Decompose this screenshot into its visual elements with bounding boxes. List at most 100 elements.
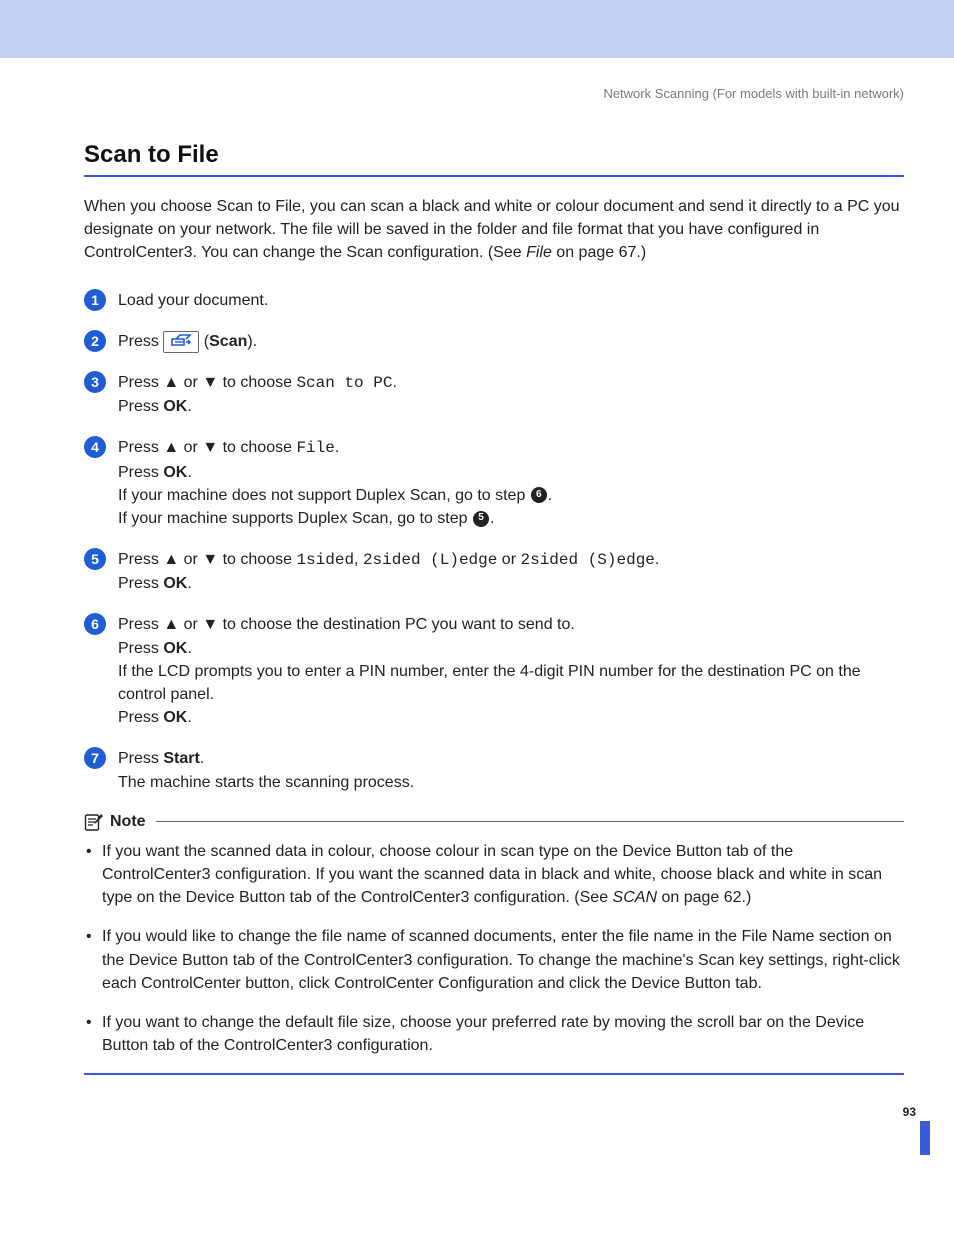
s5-f: . bbox=[655, 551, 659, 568]
step-2-body: Press (Scan). bbox=[118, 330, 904, 353]
step-3-body: Press ▲ or ▼ to choose Scan to PC. Press… bbox=[118, 371, 904, 418]
s3-ok: OK bbox=[163, 398, 187, 415]
step-2-b: ( bbox=[199, 333, 209, 350]
n2-k: tab. bbox=[731, 975, 762, 992]
s5-m2: 2sided (L)edge bbox=[363, 551, 497, 569]
s4-d: . bbox=[335, 439, 339, 456]
s7-a: Press bbox=[118, 750, 163, 767]
step-badge-6: 6 bbox=[84, 613, 106, 635]
scan-key-icon bbox=[163, 331, 199, 353]
step-6-body: Press ▲ or ▼ to choose the destination P… bbox=[118, 613, 904, 729]
n1-f: on page 62.) bbox=[657, 889, 751, 906]
step-2-scan: Scan bbox=[209, 333, 247, 350]
step-5-body: Press ▲ or ▼ to choose 1sided, 2sided (L… bbox=[118, 548, 904, 595]
s5-d: , bbox=[354, 551, 363, 568]
s6-d: Press bbox=[118, 640, 163, 657]
step-6: 6 Press ▲ or ▼ to choose the destination… bbox=[84, 613, 904, 729]
n3-a: If you want to change the default file s… bbox=[102, 1014, 815, 1031]
s6-ok1: OK bbox=[163, 640, 187, 657]
n1-b: Device Button bbox=[622, 843, 722, 860]
s7-c: . bbox=[200, 750, 204, 767]
s5-c: to choose bbox=[218, 551, 296, 568]
s6-ok2: OK bbox=[163, 709, 187, 726]
n2-e: tab of the ControlCenter3 configuration.… bbox=[228, 952, 698, 969]
footer-accent-bar bbox=[920, 1121, 930, 1155]
s4-c: to choose bbox=[218, 439, 296, 456]
n1-a: If you want the scanned data in colour, … bbox=[102, 843, 622, 860]
top-header-bar bbox=[0, 0, 954, 58]
step-badge-7: 7 bbox=[84, 747, 106, 769]
s3-e: Press bbox=[118, 398, 163, 415]
s5-m3: 2sided (S)edge bbox=[520, 551, 654, 569]
note-header: Note bbox=[84, 812, 904, 832]
down-arrow-icon: ▼ bbox=[202, 551, 218, 568]
s4-i: If your machine supports Duplex Scan, go… bbox=[118, 510, 472, 527]
n3-c: tab of the ControlCenter3 configuration. bbox=[148, 1037, 433, 1054]
note-pencil-icon bbox=[84, 812, 104, 832]
s4-ok: OK bbox=[163, 464, 187, 481]
page-footer: 93 bbox=[0, 1105, 954, 1165]
s6-e: . bbox=[187, 640, 191, 657]
s4-e: Press bbox=[118, 464, 163, 481]
s4-a: Press bbox=[118, 439, 163, 456]
s6-b: or bbox=[179, 616, 202, 633]
n2-b: File Name bbox=[742, 928, 815, 945]
s4-f: . bbox=[187, 464, 191, 481]
step-7: 7 Press Start. The machine starts the sc… bbox=[84, 747, 904, 793]
step-1: 1 Load your document. bbox=[84, 289, 904, 312]
n1-d: Device Button bbox=[186, 889, 286, 906]
s4-g: If your machine does not support Duplex … bbox=[118, 487, 530, 504]
s7-b: Start bbox=[163, 750, 199, 767]
s6-c: to choose the destination PC you want to… bbox=[218, 616, 575, 633]
intro-text-a: When you choose Scan to File, you can sc… bbox=[84, 198, 900, 261]
s3-a: Press bbox=[118, 374, 163, 391]
n2-i: and click the bbox=[533, 975, 631, 992]
s3-f: . bbox=[187, 398, 191, 415]
note-item-2: If you would like to change the file nam… bbox=[102, 925, 904, 995]
s3-b: or bbox=[179, 374, 202, 391]
intro-text-b: on page 67.) bbox=[552, 244, 646, 261]
s5-e: or bbox=[497, 551, 520, 568]
down-arrow-icon: ▼ bbox=[202, 439, 218, 456]
step-2-d: ). bbox=[247, 333, 257, 350]
s5-a: Press bbox=[118, 551, 163, 568]
note-item-1: If you want the scanned data in colour, … bbox=[102, 840, 904, 910]
s5-b: or bbox=[179, 551, 202, 568]
intro-paragraph: When you choose Scan to File, you can sc… bbox=[84, 195, 904, 265]
step-badge-5: 5 bbox=[84, 548, 106, 570]
intro-em: File bbox=[526, 244, 552, 261]
n2-h: ControlCenter Configuration bbox=[334, 975, 533, 992]
step-ref-5: 5 bbox=[473, 511, 489, 527]
title-rule bbox=[84, 175, 904, 177]
step-ref-6: 6 bbox=[531, 487, 547, 503]
s6-a: Press bbox=[118, 616, 163, 633]
step-5: 5 Press ▲ or ▼ to choose 1sided, 2sided … bbox=[84, 548, 904, 595]
s5-m1: 1sided bbox=[296, 551, 354, 569]
step-badge-2: 2 bbox=[84, 330, 106, 352]
down-arrow-icon: ▼ bbox=[202, 374, 218, 391]
s3-mono: Scan to PC bbox=[296, 374, 392, 392]
step-badge-4: 4 bbox=[84, 436, 106, 458]
note-list: If you want the scanned data in colour, … bbox=[84, 840, 904, 1058]
note-rule bbox=[156, 821, 904, 822]
section-title: Scan to File bbox=[84, 141, 904, 169]
n2-j: Device Button bbox=[631, 975, 731, 992]
n1-em: SCAN bbox=[613, 889, 657, 906]
down-arrow-icon: ▼ bbox=[202, 616, 218, 633]
s5-h: . bbox=[187, 575, 191, 592]
note-end-rule bbox=[84, 1073, 904, 1075]
step-badge-1: 1 bbox=[84, 289, 106, 311]
step-4-body: Press ▲ or ▼ to choose File. Press OK. I… bbox=[118, 436, 904, 530]
note-item-3: If you want to change the default file s… bbox=[102, 1011, 904, 1057]
step-2: 2 Press (Scan). bbox=[84, 330, 904, 353]
s3-c: to choose bbox=[218, 374, 296, 391]
page-number: 93 bbox=[903, 1105, 916, 1119]
step-2-a: Press bbox=[118, 333, 163, 350]
s4-b: or bbox=[179, 439, 202, 456]
note-block: Note If you want the scanned data in col… bbox=[84, 812, 904, 1076]
n2-a: If you would like to change the file nam… bbox=[102, 928, 742, 945]
up-arrow-icon: ▲ bbox=[163, 374, 179, 391]
page-body: 4 Network Scanning (For models with buil… bbox=[0, 58, 954, 1105]
up-arrow-icon: ▲ bbox=[163, 439, 179, 456]
note-title: Note bbox=[110, 813, 146, 831]
